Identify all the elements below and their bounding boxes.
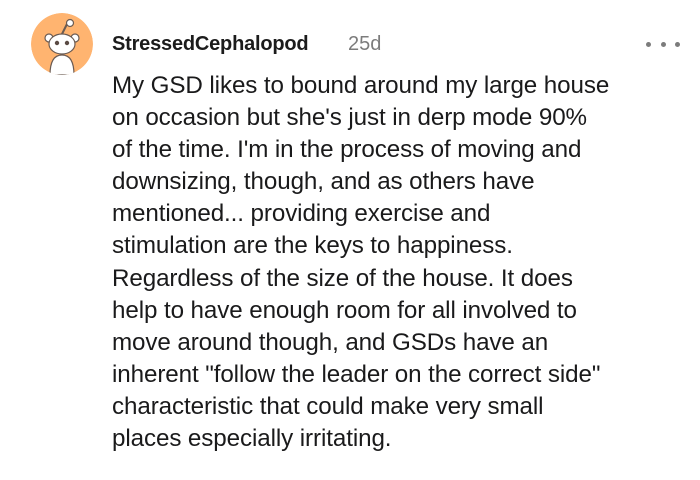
comment-body: My GSD likes to bound around my large ho… xyxy=(112,70,687,455)
avatar[interactable] xyxy=(31,13,93,75)
comment-body-line: mentioned... providing exercise and xyxy=(112,200,491,228)
timestamp: 25d xyxy=(348,33,382,55)
comment-body-line: Regardless of the size of the house. It … xyxy=(112,264,573,292)
comment-body-line: move around though, and GSDs have an xyxy=(112,328,549,356)
comment-body-line: of the time. I'm in the process of movin… xyxy=(112,136,582,164)
comment-body-line: My GSD likes to bound around my large ho… xyxy=(112,72,610,99)
comment-body-line: characteristic that could make very smal… xyxy=(112,392,544,420)
comment-body-line: downsizing, though, and as others have xyxy=(112,168,535,196)
comment-body-line: on occasion but she's just in derp mode … xyxy=(112,104,587,132)
comment-body-line: help to have enough room for all involve… xyxy=(112,296,577,324)
username[interactable]: StressedCephalopod xyxy=(112,33,309,56)
comment-body-line: stimulation are the keys to happiness. xyxy=(112,232,513,260)
more-options-icon xyxy=(660,41,666,47)
comment-body-line: places especially irritating. xyxy=(112,425,392,453)
more-options-icon xyxy=(675,41,680,47)
comment: StressedCephalopod 25d My GSD likes to b… xyxy=(0,0,700,480)
more-options-icon xyxy=(646,41,651,47)
comment-body-line: inherent "follow the leader on the corre… xyxy=(112,360,601,388)
more-options-button[interactable] xyxy=(646,34,680,54)
reddit-snoo-avatar-icon xyxy=(31,13,93,75)
